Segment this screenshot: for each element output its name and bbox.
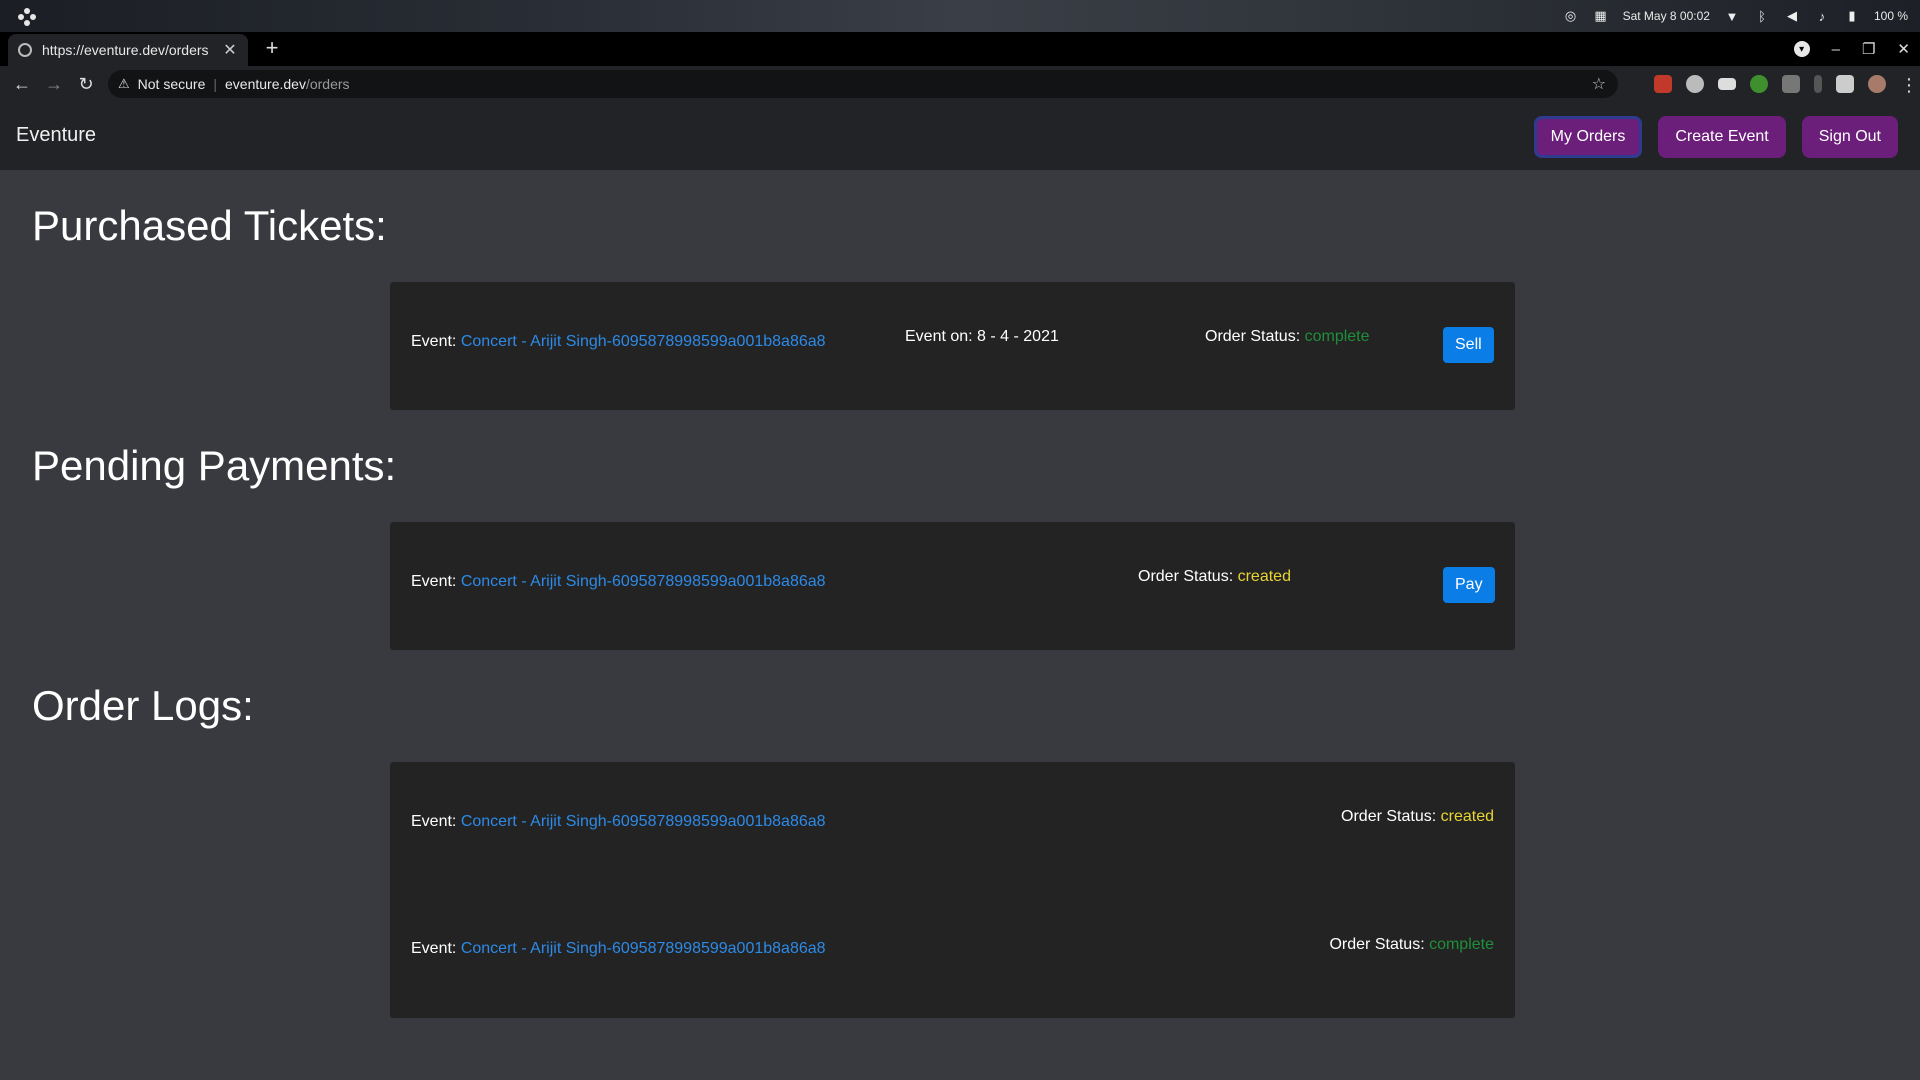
back-icon[interactable]: ← <box>6 74 38 95</box>
order-status-label: Order Status: <box>1205 328 1305 345</box>
window-controls: ▾ – ❐ ✕ <box>1793 32 1910 66</box>
event-date: Event on: 8 - 4 - 2021 <box>905 328 1059 345</box>
bookmark-star-icon[interactable]: ☆ <box>1592 74 1606 94</box>
screen-record-icon[interactable]: ▦ <box>1593 8 1609 24</box>
my-orders-button[interactable]: My Orders <box>1533 116 1643 158</box>
extension-tree-icon[interactable] <box>1750 75 1768 93</box>
extension-circle-icon[interactable] <box>1686 75 1704 93</box>
browser-tab[interactable]: https://eventure.dev/orders ✕ <box>8 34 248 66</box>
order-logs-heading: Order Logs: <box>32 682 254 729</box>
profile-avatar[interactable] <box>1868 75 1886 93</box>
window-close-icon[interactable]: ✕ <box>1897 40 1910 58</box>
url-path: /orders <box>305 76 350 92</box>
extension-a-icon[interactable] <box>1782 75 1800 93</box>
extension-folder-icon[interactable] <box>1718 78 1736 90</box>
log-event: Event: Concert - Arijit Singh-6095878998… <box>411 940 826 958</box>
restore-icon[interactable]: ❐ <box>1862 40 1875 58</box>
order-status-value: complete <box>1429 936 1494 953</box>
header-nav: My Orders Create Event Sign Out <box>1533 116 1898 158</box>
browser-tab-strip: https://eventure.dev/orders ✕ <box>0 32 1920 66</box>
event-link[interactable]: Concert - Arijit Singh-6095878998599a001… <box>461 813 826 830</box>
purchased-tickets-heading: Purchased Tickets: <box>32 202 387 249</box>
brand-logo[interactable]: Eventure <box>16 124 96 147</box>
order-status-value: complete <box>1304 328 1370 345</box>
purchased-tickets-card: Event: Concert - Arijit Singh-6095878998… <box>390 282 1515 410</box>
order-logs-card: Event: Concert - Arijit Singh-6095878998… <box>390 762 1515 1018</box>
os-clock[interactable]: Sat May 8 00:02 <box>1623 9 1710 23</box>
warning-icon[interactable]: ⚠ <box>118 76 130 92</box>
create-event-button[interactable]: Create Event <box>1658 116 1786 158</box>
url-host: eventure.dev <box>225 76 306 92</box>
pending-event: Event: Concert - Arijit Singh-6095878998… <box>411 573 826 591</box>
browser-toolbar: ← → ↻ ⚠ Not secure | eventure.dev/orders… <box>0 66 1920 102</box>
event-label: Event: <box>411 813 461 830</box>
reload-icon[interactable]: ↻ <box>70 74 102 95</box>
microphone-icon[interactable]: ♪ <box>1814 8 1830 24</box>
pay-button[interactable]: Pay <box>1443 567 1495 603</box>
extension-bar: ⋮ <box>1654 66 1918 102</box>
tab-close-icon[interactable]: ✕ <box>222 40 238 60</box>
ticket-event: Event: Concert - Arijit Singh-6095878998… <box>411 333 826 351</box>
bluetooth-icon[interactable]: ᛒ <box>1754 8 1770 24</box>
order-status: Order Status: complete <box>1329 936 1494 954</box>
order-status: Order Status: complete <box>1205 328 1370 346</box>
wifi-icon[interactable]: ▼ <box>1724 8 1740 24</box>
obs-icon[interactable]: ◎ <box>1563 8 1579 24</box>
address-bar[interactable]: ⚠ Not secure | eventure.dev/orders ☆ <box>108 70 1618 98</box>
os-top-bar: ◎ ▦ Sat May 8 00:02 ▼ ᛒ ◀ ♪ ▮ 100 % <box>0 0 1920 32</box>
volume-icon[interactable]: ◀ <box>1784 8 1800 24</box>
tab-title: https://eventure.dev/orders <box>42 42 209 58</box>
profile-download-icon[interactable]: ▾ <box>1793 41 1810 57</box>
order-status-label: Order Status: <box>1329 936 1430 953</box>
extensions-puzzle-icon[interactable] <box>1836 75 1854 93</box>
event-label: Event: <box>411 940 461 957</box>
sign-out-button[interactable]: Sign Out <box>1801 116 1898 158</box>
browser-menu-icon[interactable]: ⋮ <box>1900 75 1918 95</box>
log-event: Event: Concert - Arijit Singh-6095878998… <box>411 813 826 831</box>
event-link[interactable]: Concert - Arijit Singh-6095878998599a001… <box>461 573 826 590</box>
order-status-label: Order Status: <box>1341 808 1441 825</box>
battery-percent: 100 % <box>1873 9 1908 23</box>
sell-button[interactable]: Sell <box>1443 327 1494 363</box>
extension-red-icon[interactable] <box>1654 75 1672 93</box>
order-status-value: created <box>1237 568 1291 585</box>
order-status-value: created <box>1440 808 1494 825</box>
event-label: Event: <box>411 333 461 350</box>
pending-payments-heading: Pending Payments: <box>32 442 397 489</box>
new-tab-icon[interactable]: + <box>262 35 282 61</box>
battery-icon[interactable]: ▮ <box>1844 8 1860 24</box>
globe-icon <box>18 43 32 57</box>
order-status: Order Status: created <box>1341 808 1494 826</box>
event-label: Event: <box>411 573 461 590</box>
os-menu-icon[interactable] <box>18 8 36 26</box>
os-status-area: ◎ ▦ Sat May 8 00:02 ▼ ᛒ ◀ ♪ ▮ 100 % <box>1563 0 1908 32</box>
event-link[interactable]: Concert - Arijit Singh-6095878998599a001… <box>461 333 826 350</box>
app-header: Eventure My Orders Create Event Sign Out <box>0 102 1920 170</box>
order-status: Order Status: created <box>1138 568 1291 586</box>
security-label[interactable]: Not secure <box>138 76 206 92</box>
address-separator: | <box>213 76 217 92</box>
order-status-label: Order Status: <box>1138 568 1238 585</box>
forward-icon[interactable]: → <box>38 74 70 95</box>
extension-small-icon[interactable] <box>1814 75 1822 93</box>
event-link[interactable]: Concert - Arijit Singh-6095878998599a001… <box>461 940 826 957</box>
pending-payments-card: Event: Concert - Arijit Singh-6095878998… <box>390 522 1515 650</box>
minimize-icon[interactable]: – <box>1832 41 1840 58</box>
